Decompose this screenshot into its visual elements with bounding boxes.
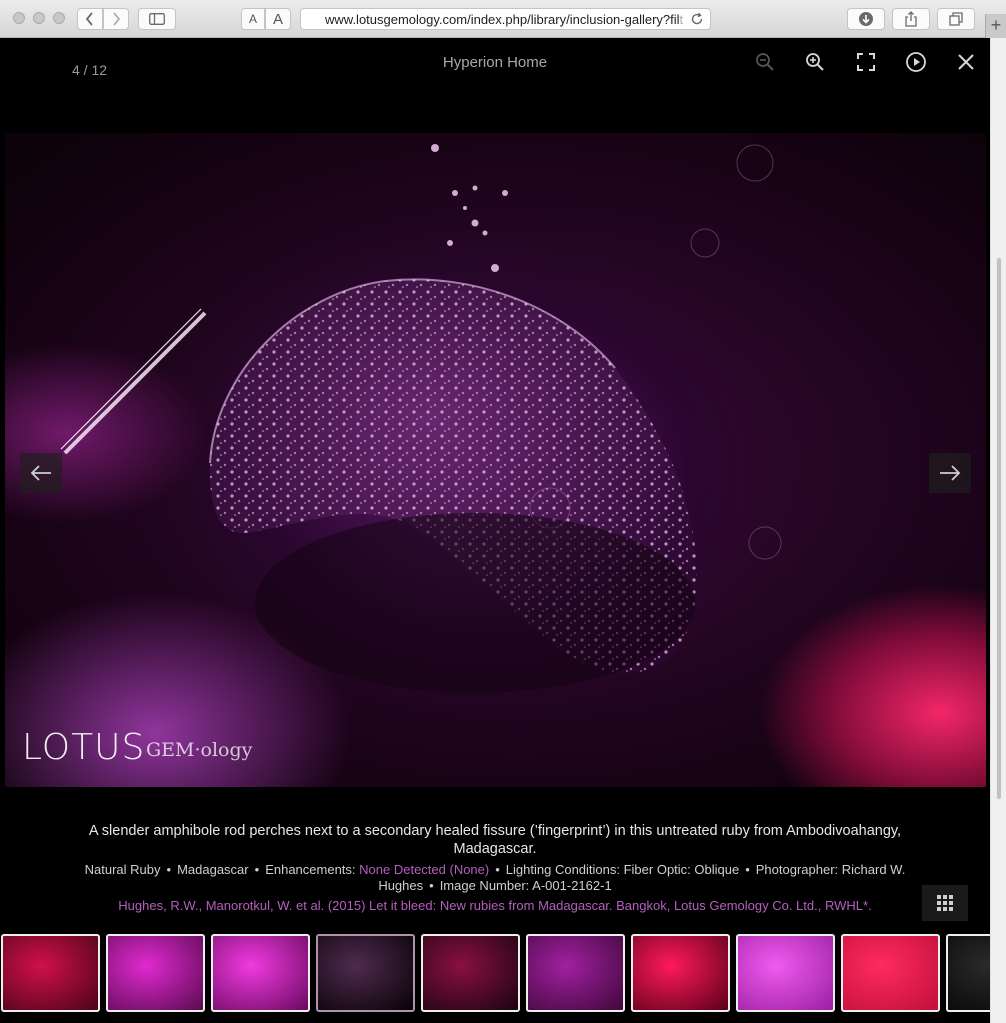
close-window-button[interactable] bbox=[13, 12, 25, 24]
previous-image-button[interactable] bbox=[20, 453, 62, 493]
zoom-in-icon bbox=[806, 53, 824, 71]
meta-enhancements-label: Enhancements: bbox=[265, 862, 356, 877]
chevron-right-icon bbox=[113, 12, 121, 26]
arrow-left-icon bbox=[30, 465, 51, 481]
share-button[interactable] bbox=[892, 8, 930, 30]
lightbox: 4 / 12 Hyperion Home LOTUS GEM·ology A s… bbox=[0, 38, 990, 1023]
slideshow-play-button[interactable] bbox=[903, 49, 929, 75]
thumbnail-2[interactable] bbox=[106, 934, 205, 1012]
page-title: Hyperion Home bbox=[442, 54, 548, 71]
thumbnail-7[interactable] bbox=[631, 934, 730, 1012]
url-text: www.lotusgemology.com/index.php/library/… bbox=[325, 11, 680, 27]
reference-link[interactable]: Hughes, R.W., Manorotkul, W. et al. (201… bbox=[0, 898, 990, 913]
new-tab-button[interactable]: + bbox=[985, 14, 1006, 38]
thumbnail-9[interactable] bbox=[841, 934, 940, 1012]
thumbnail-10[interactable] bbox=[946, 934, 990, 1012]
zoom-in-button[interactable] bbox=[802, 49, 828, 75]
arrow-right-icon bbox=[940, 465, 961, 481]
meta-separator: • bbox=[745, 862, 750, 877]
meta-enhancements-link[interactable]: None Detected (None) bbox=[359, 862, 489, 877]
back-button[interactable] bbox=[77, 8, 103, 30]
downloads-button[interactable] bbox=[847, 8, 885, 30]
minimize-window-button[interactable] bbox=[33, 12, 45, 24]
next-image-button[interactable] bbox=[929, 453, 971, 493]
meta-separator: • bbox=[429, 877, 434, 893]
thumbnail-4[interactable] bbox=[316, 934, 415, 1012]
text-smaller-button[interactable]: A bbox=[241, 8, 265, 30]
reload-icon[interactable] bbox=[690, 12, 704, 29]
thumbnail-strip bbox=[0, 932, 990, 1014]
zoom-out-icon bbox=[756, 53, 774, 71]
thumbnail-6[interactable] bbox=[526, 934, 625, 1012]
fullscreen-button[interactable] bbox=[853, 49, 879, 75]
thumbnail-8[interactable] bbox=[736, 934, 835, 1012]
watermark-lotus: LOTUS bbox=[22, 727, 146, 768]
inclusion-photo-art bbox=[60, 144, 782, 693]
meta-gem: Natural Ruby bbox=[84, 862, 161, 877]
meta-lighting: Lighting Conditions: Fiber Optic: Obliqu… bbox=[505, 862, 740, 877]
zoom-out-button[interactable] bbox=[752, 49, 778, 75]
text-larger-button[interactable]: A bbox=[265, 8, 291, 30]
download-icon bbox=[859, 12, 873, 26]
chevron-left-icon bbox=[85, 12, 93, 26]
browser-toolbar: A A www.lotusgemology.com/index.php/libr… bbox=[0, 0, 1006, 38]
tabs-overview-button[interactable] bbox=[937, 8, 975, 30]
fullscreen-icon bbox=[857, 53, 875, 71]
page-scrollbar[interactable] bbox=[990, 38, 1006, 1023]
image-caption: A slender amphibole rod perches next to … bbox=[88, 823, 902, 857]
address-bar[interactable]: www.lotusgemology.com/index.php/library/… bbox=[300, 8, 711, 30]
forward-button[interactable] bbox=[103, 8, 129, 30]
thumbnail-3[interactable] bbox=[211, 934, 310, 1012]
url-overflow: t bbox=[679, 11, 684, 27]
sidebar-button[interactable] bbox=[138, 8, 176, 30]
scrollbar-thumb[interactable] bbox=[995, 256, 1003, 801]
meta-separator: • bbox=[254, 862, 260, 877]
sidebar-icon bbox=[149, 13, 165, 25]
tabs-icon bbox=[949, 12, 963, 26]
meta-separator: • bbox=[166, 862, 172, 877]
close-lightbox-button[interactable] bbox=[953, 49, 979, 75]
share-icon bbox=[905, 11, 917, 27]
gallery-main-image: LOTUS GEM·ology bbox=[5, 133, 986, 787]
close-icon bbox=[958, 54, 974, 70]
watermark-gemology: GEM·ology bbox=[146, 739, 253, 761]
grid-icon bbox=[937, 895, 953, 911]
meta-image-number: Image Number: A-001-2162-1 bbox=[439, 877, 612, 893]
meta-separator: • bbox=[495, 862, 500, 877]
thumbnail-1[interactable] bbox=[1, 934, 100, 1012]
zoom-window-button[interactable] bbox=[53, 12, 65, 24]
image-metadata: Natural Ruby • Madagascar • Enhancements: No… bbox=[0, 862, 990, 893]
play-icon bbox=[906, 52, 926, 72]
meta-origin: Madagascar bbox=[177, 862, 249, 877]
thumbnail-5[interactable] bbox=[421, 934, 520, 1012]
thumbnail-grid-button[interactable] bbox=[922, 885, 968, 921]
